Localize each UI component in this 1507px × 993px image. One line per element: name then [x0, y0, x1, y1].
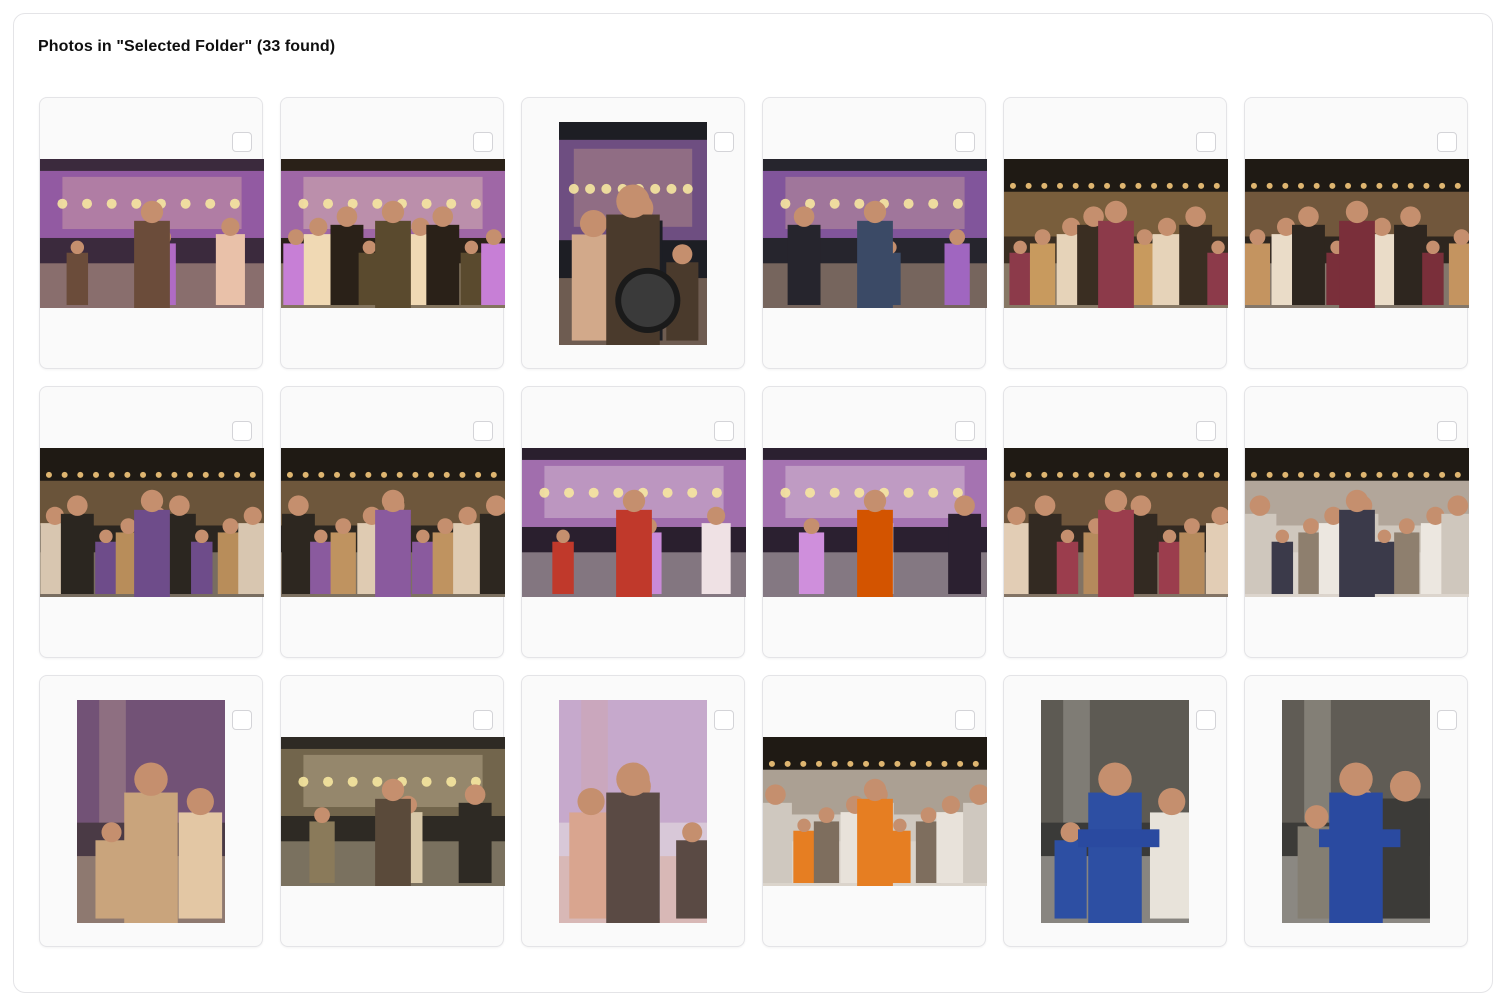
- photo-select-checkbox[interactable]: [714, 132, 734, 152]
- gallery-panel: Photos in "Selected Folder" (33 found): [13, 13, 1493, 993]
- photo-card[interactable]: [521, 386, 746, 658]
- photo-thumbnail[interactable]: [1282, 700, 1430, 923]
- photo-select-checkbox[interactable]: [473, 710, 493, 730]
- photo-card[interactable]: [1003, 386, 1228, 658]
- photo-thumbnail[interactable]: [1041, 700, 1189, 923]
- photo-thumbnail[interactable]: [281, 448, 505, 597]
- photo-select-checkbox[interactable]: [714, 710, 734, 730]
- photo-select-checkbox[interactable]: [1196, 421, 1216, 441]
- photo-select-checkbox[interactable]: [473, 421, 493, 441]
- photo-select-checkbox[interactable]: [1437, 421, 1457, 441]
- photo-card[interactable]: [1003, 97, 1228, 369]
- photo-select-checkbox[interactable]: [473, 132, 493, 152]
- photo-card[interactable]: [521, 675, 745, 947]
- photo-thumbnail[interactable]: [1004, 159, 1228, 308]
- photo-thumbnail[interactable]: [763, 737, 987, 886]
- photo-thumbnail[interactable]: [763, 159, 987, 308]
- photo-select-checkbox[interactable]: [232, 421, 252, 441]
- photo-select-checkbox[interactable]: [955, 421, 975, 441]
- photo-card[interactable]: [762, 675, 987, 947]
- photo-select-checkbox[interactable]: [232, 710, 252, 730]
- photo-thumbnail[interactable]: [1245, 159, 1469, 308]
- photo-card[interactable]: [1244, 386, 1469, 658]
- photo-card[interactable]: [39, 97, 264, 369]
- photo-select-checkbox[interactable]: [1437, 710, 1457, 730]
- photo-select-checkbox[interactable]: [955, 710, 975, 730]
- photo-thumbnail[interactable]: [77, 700, 225, 923]
- photo-thumbnail[interactable]: [40, 159, 264, 308]
- photo-card[interactable]: [280, 386, 505, 658]
- photo-card[interactable]: [762, 97, 987, 369]
- photo-select-checkbox[interactable]: [1196, 710, 1216, 730]
- gallery-title: Photos in "Selected Folder" (33 found): [38, 38, 336, 55]
- photo-card[interactable]: [762, 386, 987, 658]
- photo-thumbnail[interactable]: [281, 737, 505, 886]
- photo-thumbnail[interactable]: [522, 448, 746, 597]
- photo-thumbnail[interactable]: [1245, 448, 1469, 597]
- photo-select-checkbox[interactable]: [955, 132, 975, 152]
- photo-card[interactable]: [1003, 675, 1227, 947]
- photo-card[interactable]: [280, 675, 505, 947]
- photo-select-checkbox[interactable]: [714, 421, 734, 441]
- photo-card[interactable]: [1244, 97, 1469, 369]
- photo-grid: [39, 97, 1469, 947]
- photo-thumbnail[interactable]: [763, 448, 987, 597]
- photo-select-checkbox[interactable]: [1196, 132, 1216, 152]
- photo-thumbnail[interactable]: [281, 159, 505, 308]
- photo-card[interactable]: [39, 675, 263, 947]
- photo-thumbnail[interactable]: [559, 122, 707, 345]
- photo-card[interactable]: [521, 97, 745, 369]
- photo-select-checkbox[interactable]: [232, 132, 252, 152]
- photo-card[interactable]: [39, 386, 264, 658]
- photo-card[interactable]: [1244, 675, 1468, 947]
- photo-thumbnail[interactable]: [1004, 448, 1228, 597]
- photo-thumbnail[interactable]: [40, 448, 264, 597]
- photo-card[interactable]: [280, 97, 505, 369]
- photo-thumbnail[interactable]: [559, 700, 707, 923]
- photo-select-checkbox[interactable]: [1437, 132, 1457, 152]
